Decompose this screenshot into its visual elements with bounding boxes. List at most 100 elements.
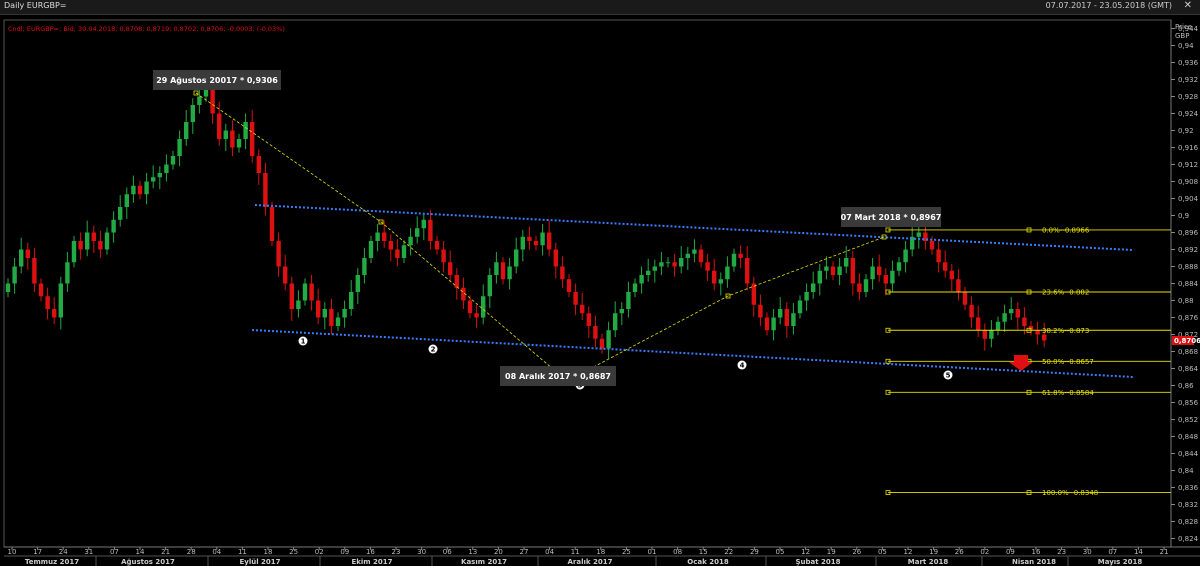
y-tick-label: 0,932 (1178, 76, 1198, 84)
y-tick-label: 0,848 (1178, 433, 1198, 441)
x-tick-label: 12 (904, 548, 913, 556)
wave-point-4: 4 (737, 360, 747, 370)
fib-level-label: 38.2%--0.873 (1042, 327, 1089, 335)
month-label: Mart 2018 (908, 558, 949, 566)
x-tick-label: 14 (136, 548, 145, 556)
annotation-box: 08 Aralık 2017 * 0,8687 (500, 366, 616, 386)
x-tick-label: 24 (59, 548, 68, 556)
month-label: Mayıs 2018 (1098, 558, 1143, 566)
fib-level-label: 61.8%--0.8584 (1042, 389, 1094, 397)
x-tick-label: 02 (315, 548, 324, 556)
y-tick-label: 0,864 (1178, 365, 1199, 373)
x-tick-label: 20 (494, 548, 503, 556)
y-tick-label: 0,868 (1178, 348, 1198, 356)
x-tick-label: 04 (212, 548, 221, 556)
x-tick-label: 29 (750, 548, 759, 556)
x-tick-label: 01 (648, 548, 657, 556)
x-tick-label: 21 (1160, 548, 1169, 556)
month-label: Ocak 2018 (687, 558, 729, 566)
x-tick-label: 17 (33, 548, 42, 556)
svg-text:4: 4 (740, 362, 745, 370)
x-tick-label: 23 (1057, 548, 1066, 556)
month-label: Aralık 2017 (568, 558, 613, 566)
x-tick-label: 31 (84, 548, 93, 556)
x-tick-label: 04 (545, 548, 554, 556)
x-tick-label: 27 (520, 548, 529, 556)
y-tick-label: 0,86 (1178, 382, 1194, 390)
y-axis-unit: GBP (1175, 32, 1189, 40)
svg-text:2: 2 (431, 346, 436, 354)
x-tick-label: 11 (571, 548, 580, 556)
price-chart[interactable]: Cndl; EURGBP=; Bid; 30.04.2018; 0,8708; … (0, 0, 1200, 566)
month-label: Eylül 2017 (239, 558, 280, 566)
x-tick-label: 02 (980, 548, 989, 556)
month-label: Temmuz 2017 (25, 558, 79, 566)
annotation-text: 07 Mart 2018 * 0,8967 (841, 213, 942, 222)
y-tick-label: 0,94 (1178, 42, 1194, 50)
y-tick-label: 0,884 (1178, 280, 1199, 288)
month-label: Ekim 2017 (351, 558, 392, 566)
y-tick-label: 0,88 (1178, 297, 1194, 305)
x-tick-label: 07 (110, 548, 119, 556)
x-tick-label: 09 (340, 548, 349, 556)
month-label: Şubat 2018 (795, 558, 840, 566)
annotation-text: 29 Ağustos 20017 * 0,9306 (156, 76, 278, 85)
y-tick-label: 0,876 (1178, 314, 1199, 322)
x-tick-label: 23 (392, 548, 401, 556)
y-tick-label: 0,936 (1178, 59, 1199, 67)
wave-point-5: 5 (943, 370, 953, 380)
x-tick-label: 25 (622, 548, 631, 556)
x-tick-label: 18 (596, 548, 605, 556)
x-tick-label: 25 (289, 548, 298, 556)
x-tick-label: 12 (801, 548, 810, 556)
wave-point-2: 2 (428, 344, 438, 354)
svg-text:1: 1 (301, 338, 306, 346)
x-tick-label: 06 (443, 548, 452, 556)
y-tick-label: 0,92 (1178, 127, 1194, 135)
x-tick-label: 05 (776, 548, 785, 556)
fib-level-label: 50.0%--0.8657 (1042, 358, 1094, 366)
wave-point-1: 1 (298, 336, 308, 346)
y-tick-label: 0,924 (1178, 110, 1199, 118)
fib-level-label: 23.6%--0.882 (1042, 289, 1089, 297)
x-tick-label: 26 (852, 548, 861, 556)
y-tick-label: 0,908 (1178, 178, 1198, 186)
y-tick-label: 0,896 (1178, 229, 1199, 237)
y-tick-label: 0,9 (1178, 212, 1189, 220)
x-tick-label: 30 (417, 548, 426, 556)
y-tick-label: 0,844 (1178, 450, 1199, 458)
y-tick-label: 0,84 (1178, 467, 1194, 475)
x-tick-label: 11 (238, 548, 247, 556)
y-tick-label: 0,892 (1178, 246, 1198, 254)
x-tick-label: 30 (1083, 548, 1092, 556)
last-price-marker: 0,8706 (1172, 335, 1200, 345)
svg-text:0,8706: 0,8706 (1174, 337, 1200, 345)
x-tick-label: 09 (1006, 548, 1015, 556)
annotation-text: 08 Aralık 2017 * 0,8687 (505, 372, 611, 381)
y-tick-label: 0,828 (1178, 518, 1198, 526)
x-tick-label: 16 (366, 548, 375, 556)
y-tick-label: 0,836 (1178, 484, 1199, 492)
x-tick-label: 26 (955, 548, 964, 556)
x-tick-label: 21 (161, 548, 170, 556)
x-tick-label: 13 (468, 548, 477, 556)
y-tick-label: 0,888 (1178, 263, 1198, 271)
y-tick-label: 0,944 (1178, 25, 1199, 33)
x-tick-label: 22 (724, 548, 733, 556)
x-tick-label: 05 (878, 548, 887, 556)
month-label: Nisan 2018 (1012, 558, 1056, 566)
month-label: Kasım 2017 (461, 558, 507, 566)
x-tick-label: 19 (827, 548, 836, 556)
y-tick-label: 0,852 (1178, 416, 1198, 424)
y-tick-label: 0,832 (1178, 501, 1198, 509)
candle (269, 201, 275, 247)
x-tick-label: 18 (264, 548, 273, 556)
x-tick-label: 19 (929, 548, 938, 556)
y-tick-label: 0,856 (1178, 399, 1199, 407)
x-tick-label: 08 (673, 548, 682, 556)
legend-text: Cndl; EURGBP=; Bid; 30.04.2018; 0,8708; … (8, 25, 285, 33)
y-tick-label: 0,916 (1178, 144, 1199, 152)
month-label: Ağustos 2017 (121, 558, 175, 566)
y-tick-label: 0,912 (1178, 161, 1198, 169)
svg-text:5: 5 (946, 372, 951, 380)
